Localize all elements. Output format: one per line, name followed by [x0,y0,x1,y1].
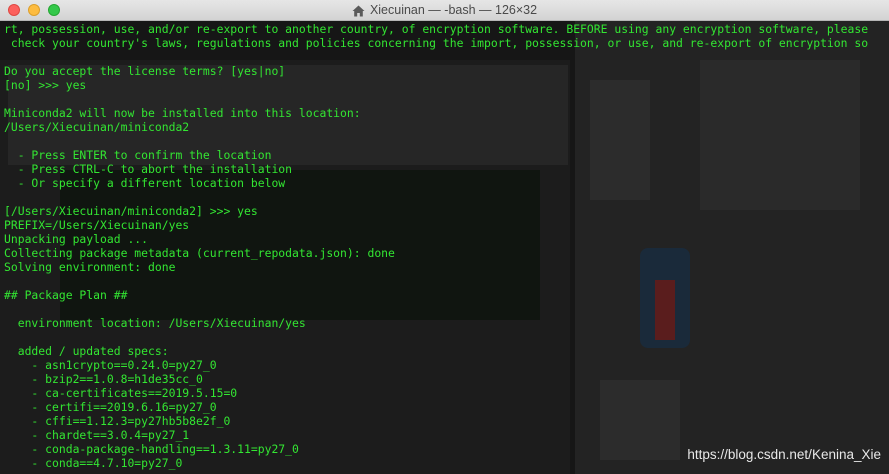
terminal-window: Xiecuinan — -bash — 126×32 rt, possessio… [0,0,889,474]
terminal-line: - ca-certificates==2019.5.15=0 [4,386,238,400]
terminal-line: Do you accept the license terms? [yes|no… [4,64,286,78]
terminal-line: Solving environment: done [4,260,176,274]
terminal-line: - Press ENTER to confirm the location [4,148,272,162]
terminal-line: Collecting package metadata (current_rep… [4,246,395,260]
terminal-line: - asn1crypto==0.24.0=py27_0 [4,358,217,372]
home-icon [352,5,365,17]
window-title-container: Xiecuinan — -bash — 126×32 [0,0,889,20]
terminal-line: - certifi==2019.6.16=py27_0 [4,400,217,414]
terminal-line: Unpacking payload ... [4,232,149,246]
terminal-line: - Press CTRL-C to abort the installation [4,162,293,176]
terminal-line: - bzip2==1.0.8=h1de35cc_0 [4,372,203,386]
terminal-line: PREFIX=/Users/Xiecuinan/yes [4,218,190,232]
title-bar[interactable]: Xiecuinan — -bash — 126×32 [0,0,889,21]
terminal-line: [/Users/Xiecuinan/miniconda2] >>> yes [4,204,258,218]
terminal-line: added / updated specs: [4,344,169,358]
terminal-line: /Users/Xiecuinan/miniconda2 [4,120,190,134]
terminal-line: - chardet==3.0.4=py27_1 [4,428,190,442]
terminal-line: check your country's laws, regulations a… [4,36,869,50]
terminal-output[interactable]: rt, possession, use, and/or re-export to… [0,21,889,474]
terminal-line: environment location: /Users/Xiecuinan/y… [4,316,306,330]
terminal-line: rt, possession, use, and/or re-export to… [4,22,869,36]
terminal-line: ## Package Plan ## [4,288,128,302]
terminal-line: Miniconda2 will now be installed into th… [4,106,361,120]
window-title: Xiecuinan — -bash — 126×32 [369,3,538,17]
terminal-line: [no] >>> yes [4,78,87,92]
terminal-line: - cffi==1.12.3=py27hb5b8e2f_0 [4,414,231,428]
terminal-line: - Or specify a different location below [4,176,286,190]
watermark-text: https://blog.csdn.net/Kenina_Xie [687,447,881,462]
